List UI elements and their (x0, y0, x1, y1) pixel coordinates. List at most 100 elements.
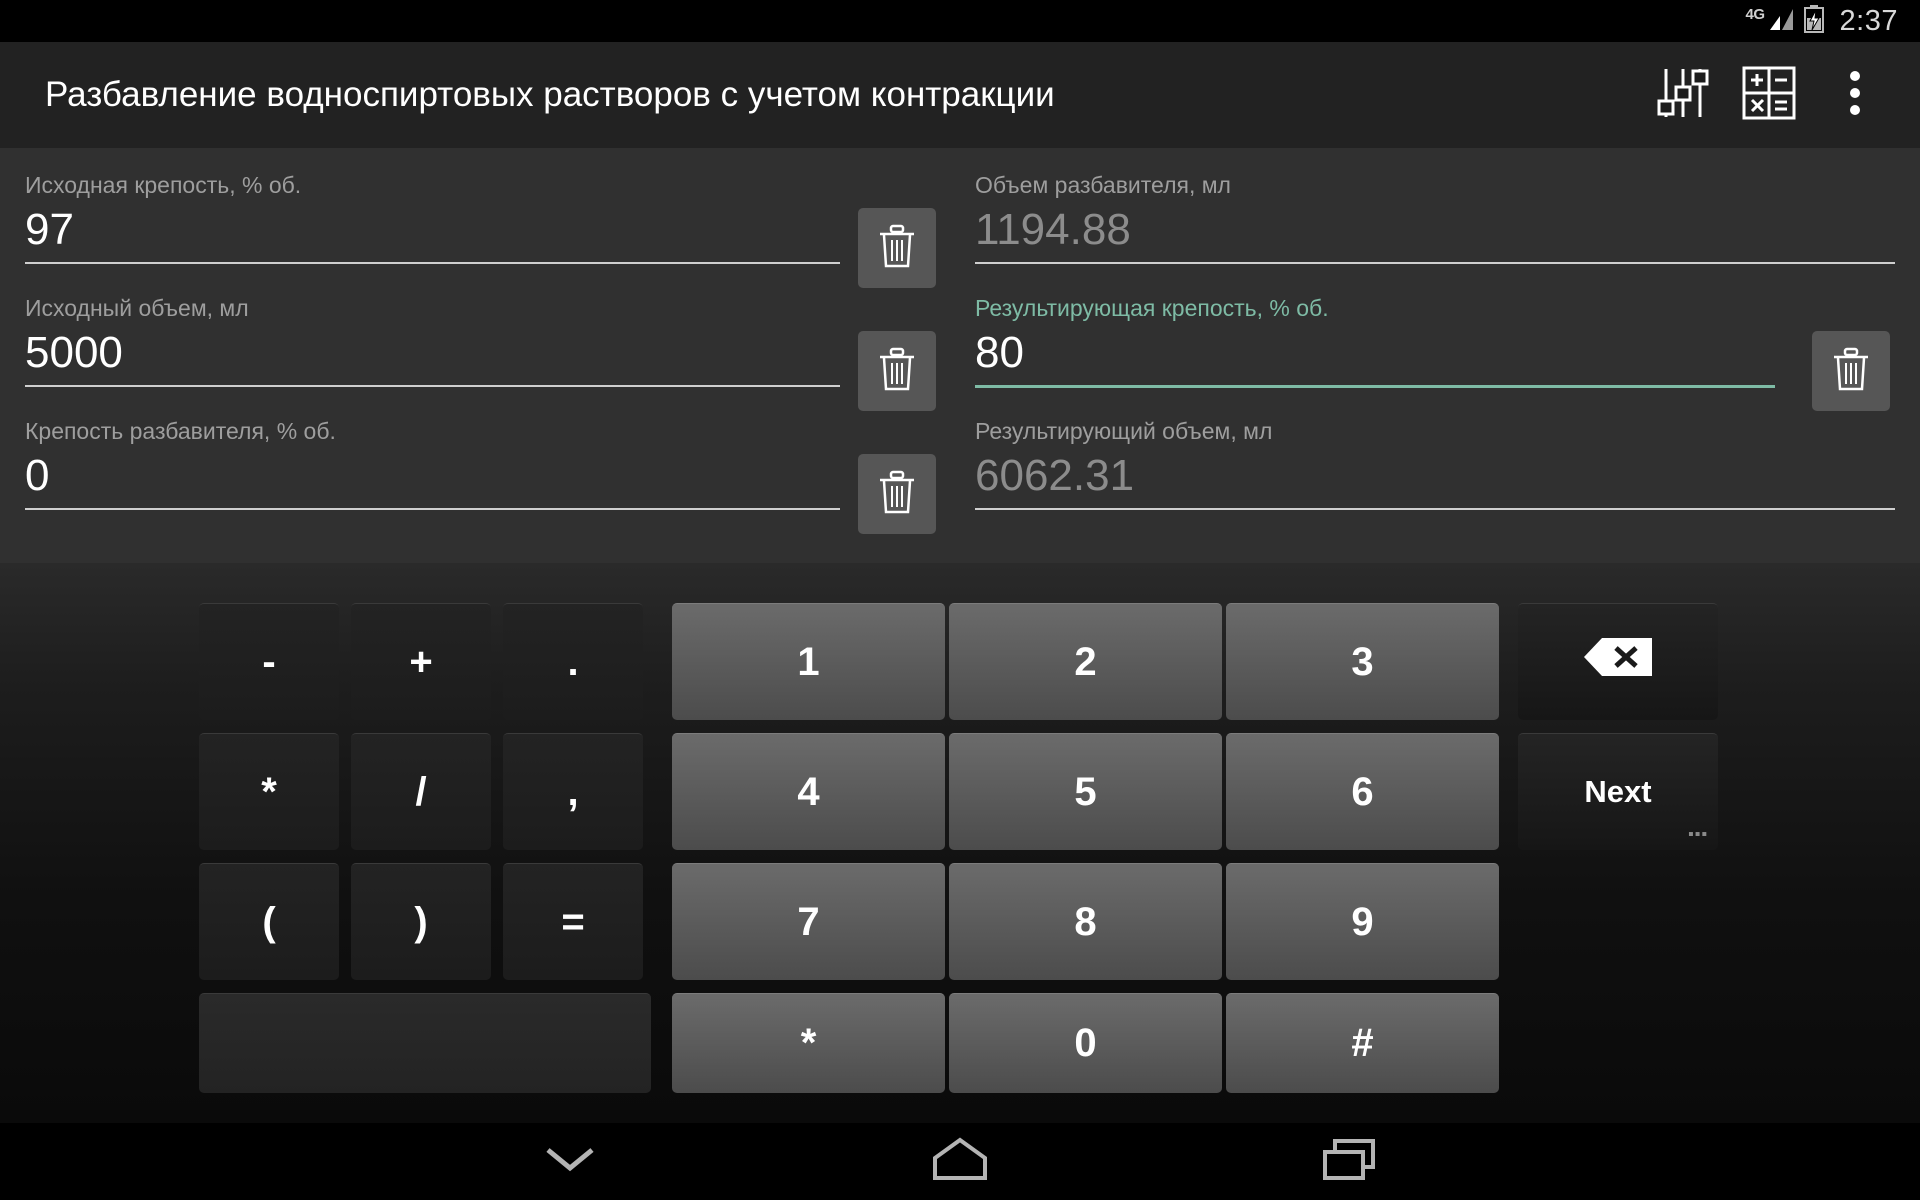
key-label: / (415, 769, 427, 814)
calculator-icon (1740, 64, 1798, 127)
overflow-menu-icon (1848, 68, 1862, 123)
field-value[interactable]: 97 (25, 200, 840, 262)
key-minus[interactable]: - (199, 603, 339, 720)
backspace-icon (1582, 634, 1654, 690)
clear-initial-volume-button[interactable] (858, 331, 936, 411)
field-underline (25, 385, 840, 387)
key-next[interactable]: Next ▪▪▪ (1518, 733, 1718, 850)
field-underline (975, 385, 1775, 388)
field-label: Исходный объем, мл (25, 295, 249, 321)
android-screen: 4G 2:37 Разбавление водноспиртовых раств… (0, 0, 1920, 1200)
key-period[interactable]: . (503, 603, 643, 720)
field-result-volume[interactable]: Результирующий объем, мл 6062.31 (975, 416, 1895, 510)
key-hash[interactable]: # (1226, 993, 1499, 1093)
key-label: ) (414, 899, 428, 944)
key-paren-close[interactable]: ) (351, 863, 491, 980)
key-7[interactable]: 7 (672, 863, 945, 980)
key-label: 0 (1074, 1021, 1097, 1065)
page-title: Разбавление водноспиртовых растворов с у… (45, 75, 1055, 114)
numeric-keyboard: - + . * / , ( ) = 1 2 3 4 5 6 7 8 9 * 0 … (0, 563, 1920, 1123)
key-0[interactable]: 0 (949, 993, 1222, 1093)
key-asterisk[interactable]: * (199, 733, 339, 850)
key-9[interactable]: 9 (1226, 863, 1499, 980)
trash-icon (876, 469, 918, 520)
sliders-icon (1653, 63, 1713, 128)
key-label: . (567, 639, 579, 684)
clear-initial-strength-button[interactable] (858, 208, 936, 288)
field-initial-strength[interactable]: Исходная крепость, % об. 97 (25, 170, 840, 264)
key-4[interactable]: 4 (672, 733, 945, 850)
clear-diluent-strength-button[interactable] (858, 454, 936, 534)
key-label: 6 (1351, 769, 1374, 814)
action-bar: Разбавление водноспиртовых растворов с у… (0, 42, 1920, 148)
key-3[interactable]: 3 (1226, 603, 1499, 720)
form-area: Исходная крепость, % об. 97 Исходный объ… (0, 148, 1920, 563)
key-equals[interactable]: = (503, 863, 643, 980)
field-result-strength[interactable]: Результирующая крепость, % об. 80 (975, 293, 1775, 388)
key-label: * (800, 1021, 817, 1065)
key-2[interactable]: 2 (949, 603, 1222, 720)
key-label: # (1351, 1021, 1374, 1065)
recents-icon (1321, 1136, 1379, 1187)
key-backspace[interactable] (1518, 603, 1718, 720)
status-bar-right: 4G 2:37 (1745, 4, 1898, 38)
hide-keyboard-icon (542, 1142, 598, 1181)
field-label: Объем разбавителя, мл (975, 172, 1231, 198)
key-label: - (262, 639, 276, 684)
overflow-menu-button[interactable] (1812, 52, 1898, 138)
hide-keyboard-button[interactable] (520, 1127, 620, 1197)
key-label: * (261, 769, 277, 814)
key-label: 3 (1351, 639, 1374, 684)
field-label: Результирующая крепость, % об. (975, 295, 1329, 321)
field-underline (975, 508, 1895, 510)
field-diluent-strength[interactable]: Крепость разбавителя, % об. 0 (25, 416, 840, 510)
action-bar-icons (1640, 52, 1898, 138)
field-underline (25, 508, 840, 510)
field-underline (975, 262, 1895, 264)
network-type-label: 4G (1745, 5, 1766, 23)
trash-icon (876, 223, 918, 274)
field-diluent-volume[interactable]: Объем разбавителя, мл 1194.88 (975, 170, 1895, 264)
field-value[interactable]: 80 (975, 323, 1775, 385)
field-value[interactable]: 0 (25, 446, 840, 508)
field-initial-volume[interactable]: Исходный объем, мл 5000 (25, 293, 840, 387)
key-label: 7 (797, 899, 820, 944)
field-label: Исходная крепость, % об. (25, 172, 302, 198)
trash-icon (876, 346, 918, 397)
key-8[interactable]: 8 (949, 863, 1222, 980)
key-6[interactable]: 6 (1226, 733, 1499, 850)
key-label: 4 (797, 769, 820, 814)
clear-result-strength-button[interactable] (1812, 331, 1890, 411)
navigation-bar (0, 1123, 1920, 1200)
key-5[interactable]: 5 (949, 733, 1222, 850)
key-star[interactable]: * (672, 993, 945, 1093)
field-value[interactable]: 5000 (25, 323, 840, 385)
field-value[interactable]: 6062.31 (975, 446, 1895, 508)
home-icon (930, 1136, 990, 1187)
signal-icon (1769, 7, 1795, 36)
key-label: 5 (1074, 769, 1097, 814)
key-label: 2 (1074, 639, 1097, 684)
trash-icon (1830, 346, 1872, 397)
key-label: , (567, 769, 579, 814)
key-label: 9 (1351, 899, 1374, 944)
status-bar: 4G 2:37 (0, 0, 1920, 42)
field-value[interactable]: 1194.88 (975, 200, 1895, 262)
home-button[interactable] (910, 1127, 1010, 1197)
key-label: + (409, 639, 433, 684)
field-label: Результирующий объем, мл (975, 418, 1273, 444)
key-label: Next (1584, 774, 1652, 809)
key-slash[interactable]: / (351, 733, 491, 850)
key-blank[interactable] (199, 993, 651, 1093)
status-clock: 2:37 (1839, 4, 1898, 37)
recents-button[interactable] (1300, 1127, 1400, 1197)
key-plus[interactable]: + (351, 603, 491, 720)
sliders-icon-button[interactable] (1640, 52, 1726, 138)
key-1[interactable]: 1 (672, 603, 945, 720)
key-label: = (561, 899, 585, 944)
key-paren-open[interactable]: ( (199, 863, 339, 980)
key-label: 1 (797, 639, 820, 684)
calculator-icon-button[interactable] (1726, 52, 1812, 138)
field-label: Крепость разбавителя, % об. (25, 418, 336, 444)
key-comma[interactable]: , (503, 733, 643, 850)
